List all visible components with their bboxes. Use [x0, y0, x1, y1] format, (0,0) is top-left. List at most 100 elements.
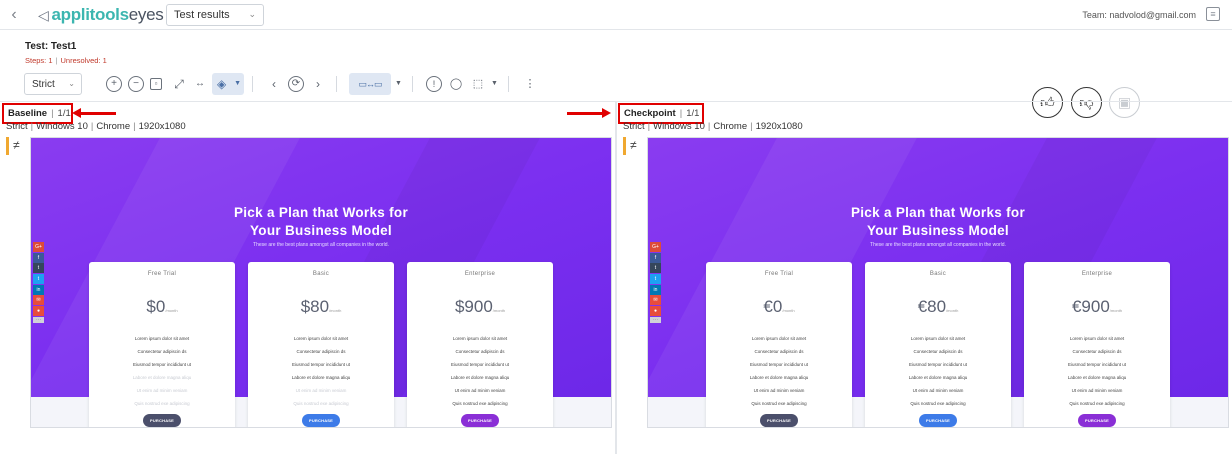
- plan-feature: Consectetur adipiscin ds: [296, 349, 346, 354]
- chevron-down-icon[interactable]: ▼: [395, 76, 402, 92]
- plan-feature: Labore et dolore magna aliqu: [132, 375, 192, 380]
- tumblr-icon[interactable]: t: [650, 263, 661, 274]
- plan-price: €900/month: [1024, 297, 1170, 317]
- actual-size-icon[interactable]: ▫: [150, 78, 162, 90]
- diff-marker[interactable]: ≠: [623, 137, 641, 155]
- plan-price: €0/month: [706, 297, 852, 317]
- user-menu-icon[interactable]: ≡: [1206, 7, 1220, 21]
- google-plus-icon[interactable]: G+: [33, 242, 44, 252]
- plan-feature: Lorem ipsum dolor sit amet: [134, 336, 190, 341]
- comment-icon[interactable]: ◯: [448, 76, 464, 92]
- plan-feature: Consectetur adipiscin ds: [913, 349, 963, 354]
- plan-card-enterprise: Enterprise €900/month Lorem ipsum dolor …: [1024, 262, 1170, 427]
- diff-marker[interactable]: ≠: [6, 137, 24, 155]
- fit-width-icon[interactable]: ↔: [192, 76, 208, 92]
- next-step-icon[interactable]: ›: [310, 76, 326, 92]
- pane-divider[interactable]: [615, 101, 617, 454]
- checkpoint-screenshot[interactable]: Pick a Plan that Works for Your Business…: [647, 137, 1229, 428]
- plan-feature: Eiusmod tempor incididunt ut: [291, 362, 351, 367]
- purchase-button[interactable]: PURCHASE: [760, 414, 798, 427]
- plan-price-period: /month: [165, 308, 178, 313]
- plan-price-period: /month: [492, 308, 506, 313]
- plan-feature: Ut enim ad minim veniam: [136, 388, 188, 393]
- facebook-icon[interactable]: f: [650, 252, 661, 263]
- toolbar-divider: [412, 76, 413, 92]
- layers-icon: ◈: [217, 77, 227, 91]
- plan-feature: Lorem ipsum dolor sit amet: [452, 336, 508, 341]
- twitter-icon[interactable]: t: [650, 274, 661, 285]
- linkedin-icon[interactable]: in: [33, 284, 44, 295]
- twitter-icon[interactable]: t: [33, 274, 44, 285]
- social-share-bar: G+ f t t in ✉ ● ···: [33, 242, 44, 324]
- baseline-viewport: 1920x1080: [138, 121, 186, 132]
- issue-icon[interactable]: !: [426, 76, 442, 92]
- linkedin-icon[interactable]: in: [650, 284, 661, 295]
- chevron-down-icon[interactable]: ▼: [491, 76, 498, 92]
- plan-price: $0/month: [89, 297, 235, 317]
- top-header: ‹ ◁ applitoolseyes Test results ⌄ Team: n…: [0, 0, 1232, 30]
- more-share-icon[interactable]: ···: [650, 316, 661, 323]
- purchase-button[interactable]: PURCHASE: [461, 414, 499, 427]
- results-select[interactable]: Test results ⌄: [166, 4, 264, 26]
- plan-card-basic: Basic €80/month Lorem ipsum dolor sit am…: [865, 262, 1011, 427]
- purchase-button[interactable]: PURCHASE: [143, 414, 181, 427]
- plan-price: $900/month: [407, 297, 553, 317]
- reddit-icon[interactable]: ●: [650, 306, 661, 317]
- checkpoint-viewport: 1920x1080: [755, 121, 803, 132]
- plan-feature: Quis nostrud exe adipiscing: [452, 401, 508, 406]
- plan-feature: Labore et dolore magna aliqu: [450, 375, 510, 380]
- plan-feature: Eiusmod tempor incididunt ut: [908, 362, 968, 367]
- refresh-icon[interactable]: ⟳: [288, 76, 304, 92]
- thumbs-up-icon: 👍︎: [1040, 94, 1055, 110]
- google-plus-icon[interactable]: G+: [650, 242, 661, 252]
- info-separator: |: [647, 121, 651, 132]
- side-by-side-compare-button[interactable]: ▭↔▭: [349, 73, 391, 95]
- team-label[interactable]: Team: nadvolod@gmail.com: [1082, 10, 1196, 20]
- zoom-out-icon[interactable]: −: [128, 76, 144, 92]
- info-separator: |: [133, 121, 136, 132]
- plan-name: Enterprise: [464, 271, 496, 277]
- purchase-button[interactable]: PURCHASE: [1078, 414, 1116, 427]
- facebook-icon[interactable]: f: [33, 252, 44, 263]
- save-icon: ▣: [1117, 94, 1132, 110]
- previous-step-icon[interactable]: ‹: [266, 76, 282, 92]
- back-button[interactable]: ‹: [6, 6, 22, 24]
- diff-stripe: [623, 137, 626, 155]
- plan-card-free-trial: Free Trial $0/month Lorem ipsum dolor si…: [89, 262, 235, 427]
- reddit-icon[interactable]: ●: [33, 306, 44, 317]
- test-meta: Steps: 1 | Unresolved: 1: [25, 56, 107, 65]
- fit-to-screen-icon[interactable]: ⤢: [171, 76, 187, 92]
- arrow-head-icon: [602, 108, 611, 118]
- match-level-select[interactable]: Strict ⌄: [24, 73, 82, 95]
- plan-name: Free Trial: [147, 271, 177, 277]
- email-icon[interactable]: ✉: [650, 295, 661, 306]
- checkpoint-environment: Strict | Windows 10 | Chrome | 1920x1080: [623, 121, 803, 132]
- tumblr-icon[interactable]: t: [33, 263, 44, 274]
- save-button[interactable]: ▣: [1109, 87, 1140, 118]
- email-icon[interactable]: ✉: [33, 295, 44, 306]
- more-options-icon[interactable]: ⋮: [522, 76, 538, 92]
- info-separator: |: [707, 121, 711, 132]
- purchase-button[interactable]: PURCHASE: [302, 414, 340, 427]
- zoom-in-icon[interactable]: +: [106, 76, 122, 92]
- thumbs-down-button[interactable]: 👎︎: [1071, 87, 1102, 118]
- thumbs-down-icon: 👎︎: [1079, 94, 1094, 110]
- thumbs-up-button[interactable]: 👍︎: [1032, 87, 1063, 118]
- baseline-screenshot[interactable]: Pick a Plan that Works for Your Business…: [30, 137, 612, 428]
- plan-price-period: /month: [782, 308, 795, 313]
- region-select-icon[interactable]: ⬚: [470, 76, 486, 92]
- plan-feature: Labore et dolore magna aliqu: [908, 375, 968, 380]
- purchase-button[interactable]: PURCHASE: [919, 414, 957, 427]
- page-subhead: These are the best plans amongst all com…: [253, 242, 389, 248]
- plan-price-period: /month: [329, 308, 342, 313]
- plan-name: Enterprise: [1081, 271, 1113, 277]
- layers-button[interactable]: ◈ ▼: [212, 73, 244, 95]
- applitools-logo[interactable]: ◁ applitoolseyes: [38, 5, 164, 25]
- social-share-bar: G+ f t t in ✉ ● ···: [650, 242, 661, 324]
- baseline-browser: Chrome: [96, 121, 131, 132]
- baseline-title: Baseline: [8, 108, 48, 119]
- plan-price-value: €900: [1071, 297, 1110, 316]
- plan-price-value: €0: [763, 297, 783, 316]
- more-share-icon[interactable]: ···: [33, 316, 44, 323]
- plan-feature: Quis nostrud exe adipiscing: [134, 401, 190, 406]
